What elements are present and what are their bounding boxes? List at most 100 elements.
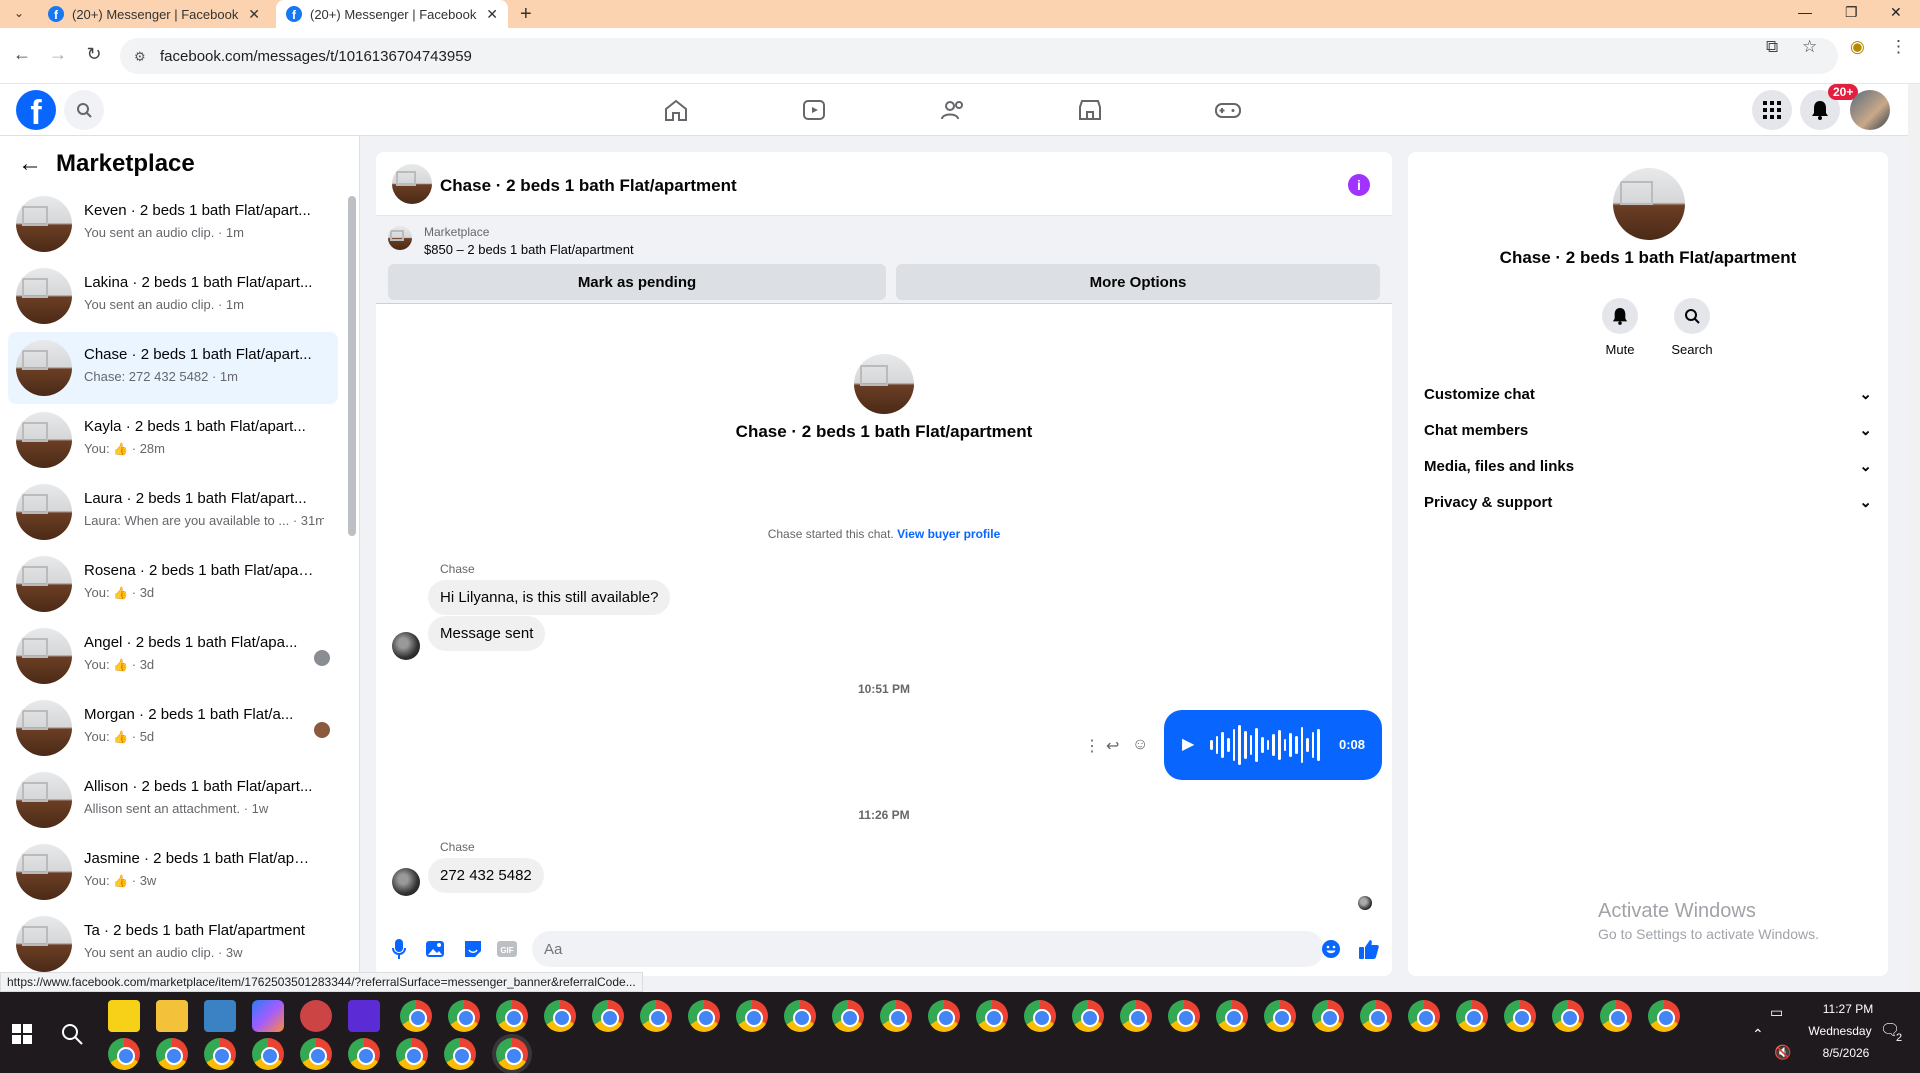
conversation-item[interactable]: Lakina · 2 beds 1 bath Flat/apart... You…	[8, 260, 338, 332]
chrome-icon[interactable]	[348, 1038, 380, 1070]
chrome-icon[interactable]	[784, 1000, 816, 1032]
marketplace-banner[interactable]: Marketplace $850 – 2 beds 1 bath Flat/ap…	[376, 216, 1392, 304]
incoming-message[interactable]: 272 432 5482	[428, 858, 544, 893]
volume-muted-icon[interactable]: 🔇	[1774, 1044, 1791, 1061]
conversation-item[interactable]: Kayla · 2 beds 1 bath Flat/apart... You:…	[8, 404, 338, 476]
page-scrollbar[interactable]	[1908, 84, 1920, 992]
chrome-icon[interactable]	[1168, 1000, 1200, 1032]
chrome-icon[interactable]	[976, 1000, 1008, 1032]
forward-icon[interactable]: →	[46, 44, 70, 65]
emoji-icon[interactable]	[1320, 938, 1342, 960]
incoming-message[interactable]: Message sent	[428, 616, 546, 651]
file-explorer-icon[interactable]	[156, 1000, 188, 1032]
restore-icon[interactable]: ❐	[1845, 4, 1858, 21]
app-icon[interactable]	[348, 1000, 380, 1032]
mark-as-pending-button[interactable]: Mark as pending	[388, 264, 886, 300]
conversation-item[interactable]: Allison · 2 beds 1 bath Flat/apart... Al…	[8, 764, 338, 836]
chrome-icon[interactable]	[928, 1000, 960, 1032]
search-icon[interactable]	[1674, 298, 1710, 334]
browser-tab-1[interactable]: f (20+) Messenger | Facebook ✕	[38, 0, 270, 28]
chrome-icon[interactable]	[1456, 1000, 1488, 1032]
chrome-icon[interactable]	[736, 1000, 768, 1032]
close-tab-icon[interactable]: ✕	[248, 6, 260, 23]
chrome-icon[interactable]	[400, 1000, 432, 1032]
chrome-icon[interactable]	[1552, 1000, 1584, 1032]
sticker-icon[interactable]	[462, 938, 484, 960]
tab-search-chevron-icon[interactable]: ⌄	[10, 6, 28, 22]
view-buyer-profile-link[interactable]: View buyer profile	[897, 527, 1000, 541]
search-icon[interactable]	[64, 90, 104, 130]
chrome-icon[interactable]	[1504, 1000, 1536, 1032]
action-center-icon[interactable]: ▭	[1770, 1004, 1783, 1021]
conversation-item[interactable]: Angel · 2 beds 1 bath Flat/apa... You: 👍…	[8, 620, 338, 692]
back-icon[interactable]: ←	[10, 44, 34, 65]
like-thumb-icon[interactable]	[1358, 938, 1380, 960]
chrome-icon[interactable]	[1120, 1000, 1152, 1032]
privacy-support-row[interactable]: Privacy & support ⌄	[1424, 484, 1872, 520]
audio-message[interactable]: ▶ 0:08	[1164, 710, 1382, 780]
chrome-icon[interactable]	[300, 1038, 332, 1070]
chrome-icon[interactable]	[1264, 1000, 1296, 1032]
account-avatar[interactable]	[1850, 90, 1890, 130]
chrome-icon[interactable]	[1408, 1000, 1440, 1032]
chrome-icon-active[interactable]	[496, 1038, 528, 1070]
app-icon[interactable]	[204, 1000, 236, 1032]
conversation-item-active[interactable]: Chase · 2 beds 1 bath Flat/apart... Chas…	[8, 332, 338, 404]
windows-start-icon[interactable]	[12, 1024, 32, 1044]
incoming-message[interactable]: Hi Lilyanna, is this still available?	[428, 580, 671, 615]
home-icon[interactable]	[656, 94, 696, 126]
chrome-icon[interactable]	[444, 1038, 476, 1070]
conversation-item[interactable]: Ta · 2 beds 1 bath Flat/apartment You se…	[8, 908, 338, 980]
copilot-icon[interactable]	[252, 1000, 284, 1032]
close-tab-icon[interactable]: ✕	[486, 6, 498, 23]
chrome-icon[interactable]	[1360, 1000, 1392, 1032]
reply-icon[interactable]: ↩	[1106, 736, 1119, 756]
tray-overflow-icon[interactable]: ⌃	[1752, 1026, 1764, 1043]
mute-action[interactable]: Mute	[1590, 298, 1650, 357]
chrome-icon[interactable]	[252, 1038, 284, 1070]
bell-icon[interactable]	[1602, 298, 1638, 334]
gif-icon[interactable]: GIF	[496, 938, 518, 960]
chrome-icon[interactable]	[1072, 1000, 1104, 1032]
conversation-item[interactable]: Laura · 2 beds 1 bath Flat/apart... Laur…	[8, 476, 338, 548]
minimize-icon[interactable]: —	[1798, 4, 1812, 20]
more-options-button[interactable]: More Options	[896, 264, 1380, 300]
listing-title[interactable]: $850 – 2 beds 1 bath Flat/apartment	[424, 242, 634, 257]
chrome-icon[interactable]	[1024, 1000, 1056, 1032]
chrome-icon[interactable]	[544, 1000, 576, 1032]
conversation-item[interactable]: Keven · 2 beds 1 bath Flat/apart... You …	[8, 188, 338, 260]
chat-title[interactable]: Chase · 2 beds 1 bath Flat/apartment	[440, 176, 737, 196]
sender-avatar[interactable]	[392, 632, 420, 660]
bookmark-star-icon[interactable]: ☆	[1802, 37, 1817, 57]
microphone-icon[interactable]	[388, 938, 410, 960]
address-bar[interactable]: ⚙ facebook.com/messages/t/10161367047439…	[120, 38, 1838, 74]
facebook-logo-icon[interactable]: f	[16, 90, 56, 130]
chrome-icon[interactable]	[156, 1038, 188, 1070]
chrome-icon[interactable]	[832, 1000, 864, 1032]
customize-chat-row[interactable]: Customize chat ⌄	[1424, 376, 1872, 412]
chrome-icon[interactable]	[1600, 1000, 1632, 1032]
more-actions-icon[interactable]: ⋮	[1084, 736, 1100, 756]
new-tab-icon[interactable]: +	[520, 3, 532, 26]
profile-icon[interactable]: ◉	[1850, 37, 1865, 57]
react-emoji-icon[interactable]: ☺	[1132, 736, 1148, 754]
search-action[interactable]: Search	[1662, 298, 1722, 357]
audio-waveform[interactable]	[1210, 724, 1321, 766]
sender-avatar[interactable]	[392, 868, 420, 896]
chrome-icon[interactable]	[1312, 1000, 1344, 1032]
chrome-icon[interactable]	[496, 1000, 528, 1032]
menu-grid-icon[interactable]	[1752, 90, 1792, 130]
marketplace-icon[interactable]	[1070, 94, 1110, 126]
conversation-item[interactable]: Rosena · 2 beds 1 bath Flat/apar... You:…	[8, 548, 338, 620]
message-input[interactable]	[532, 931, 1324, 967]
browser-tab-2[interactable]: f (20+) Messenger | Facebook ✕	[276, 0, 508, 28]
clock-date[interactable]: 8/5/2026	[1808, 1046, 1884, 1060]
chrome-icon[interactable]	[448, 1000, 480, 1032]
conversation-item[interactable]: Jasmine · 2 beds 1 bath Flat/apa... You:…	[8, 836, 338, 908]
sticky-notes-icon[interactable]	[108, 1000, 140, 1032]
close-window-icon[interactable]: ✕	[1890, 4, 1902, 21]
conversation-info-icon[interactable]: i	[1348, 174, 1370, 196]
chrome-icon[interactable]	[396, 1038, 428, 1070]
install-app-icon[interactable]: ⧉	[1766, 37, 1778, 57]
friends-icon[interactable]	[933, 94, 973, 126]
